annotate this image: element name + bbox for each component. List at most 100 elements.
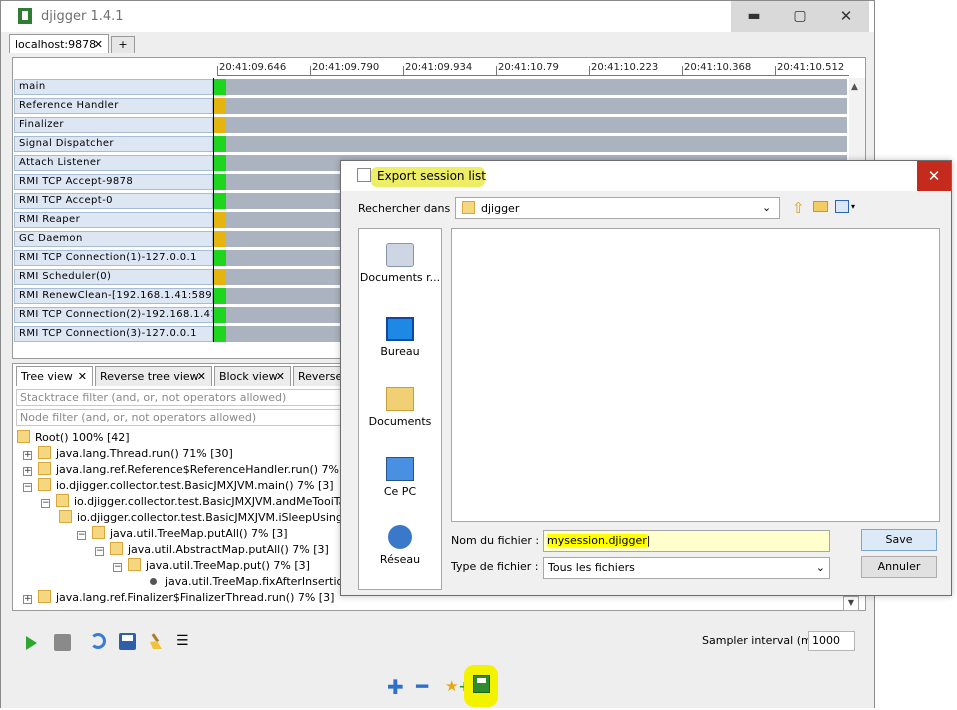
- chevron-down-icon: ⌄: [762, 201, 772, 214]
- minimize-button[interactable]: ▬: [731, 1, 777, 32]
- tree-node[interactable]: + java.lang.Thread.run() 71% [30]: [23, 446, 233, 462]
- tab-session-localhost[interactable]: localhost:9878 ✕: [9, 34, 109, 53]
- save-button[interactable]: Save: [861, 529, 937, 551]
- thread-state-marker: [214, 326, 226, 342]
- star-glyph: ★: [445, 677, 459, 695]
- look-in-dropdown[interactable]: djigger ⌄: [455, 197, 780, 219]
- thread-name: RMI Reaper: [14, 212, 213, 228]
- thread-row[interactable]: main: [13, 78, 847, 97]
- folder-icon: [38, 462, 51, 475]
- timeline-tick-label: 20:41:10.512: [777, 62, 845, 73]
- cancel-button[interactable]: Annuler: [861, 556, 937, 578]
- thread-state-marker: [214, 307, 226, 323]
- timeline-axis-line: [217, 75, 849, 76]
- thread-row[interactable]: Reference Handler: [13, 97, 847, 116]
- folder-icon: [38, 590, 51, 603]
- add-icon[interactable]: ✚: [387, 675, 404, 699]
- thread-name: Attach Listener: [14, 155, 213, 171]
- tree-node[interactable]: io.djigger.collector.test.BasicJMXJVM.iS…: [59, 510, 357, 526]
- tab-reverse-tree-view[interactable]: Reverse tree view ✕: [95, 366, 212, 386]
- timeline-tick-mark: [496, 66, 497, 75]
- session-list-bar: ✚ ━ ★+: [1, 665, 874, 708]
- tree-node-label: io.djigger.collector.test.BasicJMXJVM.an…: [74, 495, 373, 508]
- tab-block-view[interactable]: Block view ✕: [214, 366, 291, 386]
- add-session-tab-button[interactable]: +: [111, 36, 135, 53]
- place-documents[interactable]: Documents: [359, 387, 441, 428]
- thread-row[interactable]: Signal Dispatcher: [13, 135, 847, 154]
- thread-list-icon[interactable]: ☰: [176, 632, 196, 652]
- tree-node[interactable]: java.util.TreeMap.fixAfterInsertion(: [150, 574, 355, 590]
- thread-name: Signal Dispatcher: [14, 136, 213, 152]
- desktop-icon: [386, 317, 414, 341]
- place-recent-documents[interactable]: Documents r...: [359, 243, 441, 284]
- sampler-interval-input[interactable]: 1000: [808, 631, 855, 651]
- view-menu-chevron-icon[interactable]: ▾: [851, 202, 855, 211]
- clear-broom-icon[interactable]: [148, 632, 166, 650]
- place-network[interactable]: Réseau: [359, 525, 441, 566]
- scroll-up-icon[interactable]: ▲: [851, 82, 858, 92]
- dialog-close-button[interactable]: ✕: [917, 161, 951, 191]
- place-this-pc[interactable]: Ce PC: [359, 457, 441, 498]
- tree-node[interactable]: + java.lang.ref.Finalizer$FinalizerThread…: [23, 590, 334, 606]
- refresh-icon[interactable]: [90, 633, 106, 649]
- folder-icon: [56, 494, 69, 507]
- collapse-icon[interactable]: −: [77, 531, 86, 540]
- thread-row[interactable]: Finalizer: [13, 116, 847, 135]
- close-tab-icon[interactable]: ✕: [276, 367, 285, 386]
- tree-node-label: java.lang.ref.Reference$ReferenceHandler…: [56, 463, 359, 476]
- tree-node-label: io.djigger.collector.test.BasicJMXJVM.ma…: [56, 479, 334, 492]
- export-session-list-icon[interactable]: [473, 675, 490, 693]
- close-tab-icon[interactable]: ✕: [78, 367, 87, 386]
- maximize-button[interactable]: ▢: [777, 1, 823, 32]
- thread-name: RMI Scheduler(0): [14, 269, 213, 285]
- collapse-icon[interactable]: −: [23, 483, 32, 492]
- tree-node[interactable]: − java.util.TreeMap.putAll() 7% [3]: [77, 526, 288, 542]
- close-tab-icon[interactable]: ✕: [94, 35, 103, 54]
- thread-state-marker: [214, 250, 226, 266]
- thread-timeline-bar: [214, 117, 847, 133]
- leaf-node-icon: [150, 578, 157, 585]
- file-type-dropdown[interactable]: Tous les fichiers ⌄: [543, 557, 830, 579]
- up-one-level-icon[interactable]: ⇧: [792, 199, 805, 217]
- file-name-label: Nom du fichier :: [451, 534, 540, 547]
- tree-node-label: java.util.TreeMap.put() 7% [3]: [146, 559, 310, 572]
- thread-name: GC Daemon: [14, 231, 213, 247]
- place-label: Bureau: [380, 345, 420, 358]
- save-session-icon[interactable]: [119, 633, 136, 650]
- tab-tree-view[interactable]: Tree view ✕: [16, 366, 93, 386]
- tree-node-label: Root() 100% [42]: [35, 431, 130, 444]
- tree-node[interactable]: Root() 100% [42]: [17, 430, 130, 446]
- folder-icon: [462, 201, 475, 214]
- thread-timeline-bar: [214, 79, 847, 95]
- new-folder-icon[interactable]: [813, 201, 828, 212]
- tree-node[interactable]: − java.util.TreeMap.put() 7% [3]: [113, 558, 310, 574]
- folder-icon: [38, 446, 51, 459]
- collapse-icon[interactable]: −: [95, 547, 104, 556]
- expand-icon[interactable]: +: [23, 595, 32, 604]
- expand-icon[interactable]: +: [23, 467, 32, 476]
- expand-icon[interactable]: +: [23, 451, 32, 460]
- tree-node-label: java.lang.Thread.run() 71% [30]: [56, 447, 233, 460]
- tree-node[interactable]: + java.lang.ref.Reference$ReferenceHandle…: [23, 462, 358, 478]
- tree-node[interactable]: − java.util.AbstractMap.putAll() 7% [3]: [95, 542, 329, 558]
- file-name-input[interactable]: mysession.djigger|: [543, 530, 830, 552]
- chevron-down-icon: ⌄: [815, 561, 825, 574]
- play-icon[interactable]: [26, 636, 37, 650]
- view-menu-icon[interactable]: [835, 200, 849, 213]
- close-window-button[interactable]: ✕: [823, 1, 869, 32]
- tree-node-label: java.util.TreeMap.fixAfterInsertion(: [165, 575, 355, 588]
- timeline-tick-mark: [775, 66, 776, 75]
- thread-name: RMI TCP Connection(3)-127.0.0.1: [14, 326, 213, 342]
- collapse-icon[interactable]: −: [113, 563, 122, 572]
- scroll-down-icon[interactable]: ▼: [843, 596, 859, 611]
- close-tab-icon[interactable]: ✕: [197, 367, 206, 386]
- thread-state-marker: [214, 212, 226, 228]
- place-desktop[interactable]: Bureau: [359, 317, 441, 358]
- collapse-icon[interactable]: −: [41, 499, 50, 508]
- remove-icon[interactable]: ━: [416, 674, 428, 698]
- stop-icon[interactable]: [54, 634, 71, 651]
- tree-node[interactable]: − io.djigger.collector.test.BasicJMXJVM.m…: [23, 478, 334, 494]
- file-list[interactable]: [451, 228, 940, 522]
- tree-node[interactable]: − io.djigger.collector.test.BasicJMXJVM.a…: [41, 494, 372, 510]
- folder-icon: [59, 510, 72, 523]
